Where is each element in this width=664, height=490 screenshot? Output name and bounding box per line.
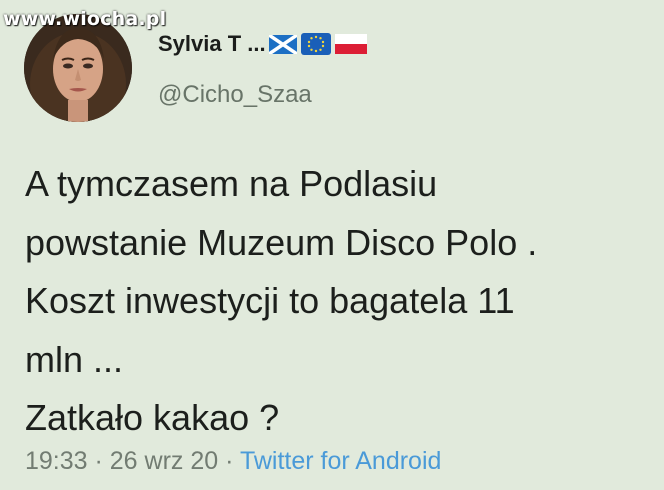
- tweet-line: mln ...: [25, 338, 124, 380]
- poland-flag-icon: [334, 34, 367, 54]
- tweet-source-link[interactable]: Twitter for Android: [240, 447, 441, 475]
- tweet-line: powstanie Muzeum Disco Polo .: [25, 221, 538, 263]
- avatar-portrait-image: [24, 14, 132, 122]
- meta-separator: ·: [218, 447, 240, 475]
- user-handle[interactable]: @Cicho_Szaa: [158, 81, 312, 109]
- tweet-text: A tymczasem na Podlasiu powstanie Muzeum…: [25, 155, 655, 448]
- tweet-line: Koszt inwestycji to bagatela 11: [25, 280, 515, 321]
- avatar[interactable]: [24, 14, 132, 122]
- tweet-time[interactable]: 19:33: [25, 447, 88, 475]
- eu-flag-icon: [300, 33, 331, 55]
- flag-emojis: [267, 33, 367, 55]
- display-name-text: Sylvia T ...: [158, 31, 266, 56]
- meta-separator: ·: [87, 447, 110, 475]
- tweet-meta: 19:33 · 26 wrz 20 · Twitter for Android: [25, 447, 441, 476]
- scotland-flag-icon: [267, 33, 298, 55]
- tweet-date[interactable]: 26 wrz 20: [110, 447, 218, 475]
- tweet-line: Zatkało kakao ?: [25, 397, 280, 438]
- tweet-line: A tymczasem na Podlasiu: [25, 163, 438, 204]
- display-name[interactable]: Sylvia T ...: [158, 31, 367, 57]
- watermark: www.wiocha.pl: [3, 8, 167, 30]
